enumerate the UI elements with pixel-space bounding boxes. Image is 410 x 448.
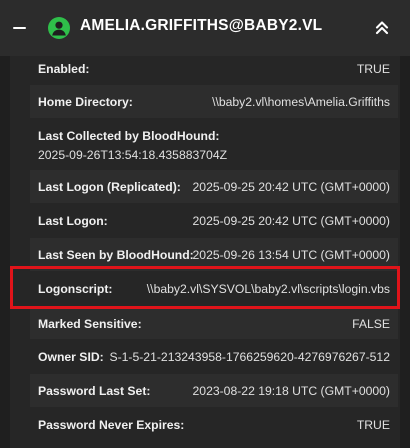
property-row: Password Last Set: 2023-08-22 19:18 UTC … — [30, 374, 398, 407]
panel-header: AMELIA.GRIFFITHS@BABY2.VL — [0, 0, 410, 56]
property-value: 2025-09-25 20:42 UTC (GMT+0000) — [192, 180, 390, 194]
property-value: 2023-08-22 19:18 UTC (GMT+0000) — [192, 384, 390, 398]
property-value: 2025-09-26T13:54:18.435883704Z — [38, 148, 228, 162]
property-label: Owner SID: — [38, 350, 104, 364]
property-label: Last Seen by BloodHound: — [38, 248, 194, 262]
user-icon — [48, 17, 70, 39]
property-row: Home Directory: \\baby2.vl\homes\Amelia.… — [30, 85, 398, 118]
property-row: Enabled: TRUE — [30, 56, 398, 80]
property-label: Logonscript: — [38, 282, 113, 296]
property-value: 2025-09-25 20:42 UTC (GMT+0000) — [192, 214, 390, 228]
property-label: Last Logon: — [38, 214, 108, 228]
property-value: \\baby2.vl\SYSVOL\baby2.vl\scripts\login… — [146, 282, 390, 296]
property-row: Owner SID: S-1-5-21-213243958-1766259620… — [30, 340, 398, 373]
property-row: Marked Sensitive: FALSE — [30, 309, 398, 339]
property-label: Marked Sensitive: — [38, 317, 142, 331]
property-value: \\baby2.vl\homes\Amelia.Griffiths — [212, 95, 390, 109]
node-properties-panel: AMELIA.GRIFFITHS@BABY2.VL Enabled: TRUE … — [0, 0, 410, 448]
property-row: Last Seen by BloodHound: 2025-09-26 13:5… — [30, 238, 398, 271]
property-value: TRUE — [356, 62, 390, 76]
property-row-logonscript: Logonscript: \\baby2.vl\SYSVOL\baby2.vl\… — [30, 272, 398, 305]
chevron-double-up-icon[interactable] — [370, 16, 394, 40]
property-label: Password Never Expires: — [38, 418, 185, 432]
property-row: Last Collected by BloodHound: 2025-09-26… — [30, 119, 398, 169]
property-row: Last Logon: 2025-09-25 20:42 UTC (GMT+00… — [30, 204, 398, 237]
property-label: Password Last Set: — [38, 384, 151, 398]
property-label: Last Logon (Replicated): — [38, 180, 181, 194]
property-value: TRUE — [356, 418, 390, 432]
minus-icon[interactable] — [12, 20, 26, 36]
property-value: S-1-5-21-213243958-1766259620-4276976267… — [109, 350, 390, 364]
properties-content: Enabled: TRUE Home Directory: \\baby2.vl… — [0, 56, 410, 448]
properties-list[interactable]: Enabled: TRUE Home Directory: \\baby2.vl… — [10, 56, 400, 448]
property-value: FALSE — [352, 317, 390, 331]
node-title: AMELIA.GRIFFITHS@BABY2.VL — [80, 17, 323, 34]
property-row: Password Never Expires: TRUE — [30, 408, 398, 441]
property-label: Last Collected by BloodHound: — [38, 129, 220, 143]
property-label: Enabled: — [38, 62, 90, 76]
property-label: Home Directory: — [38, 95, 133, 109]
property-row: Last Logon (Replicated): 2025-09-25 20:4… — [30, 170, 398, 203]
property-value: 2025-09-26 13:54 UTC (GMT+0000) — [192, 248, 390, 262]
